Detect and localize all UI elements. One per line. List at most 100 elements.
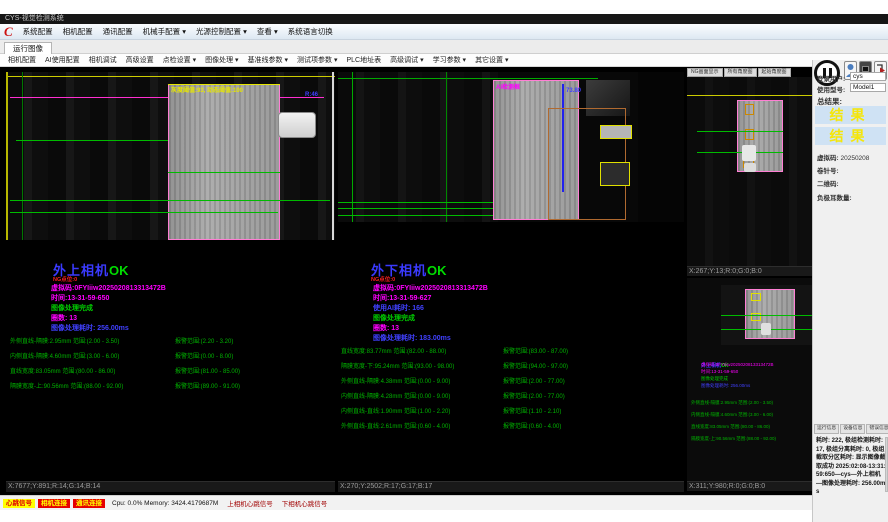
tool-camera-config[interactable]: 相机配置	[8, 55, 36, 65]
alarm-range: 报警范围:(94.00 - 97.00)	[503, 364, 568, 370]
pixel-coordinates-bar: X:7677;Y:891;R:14;G:14;B:14	[6, 481, 335, 492]
needle-number-label: 卷针号:	[817, 165, 839, 175]
tool-other-settings[interactable]: 其它设置 ▾	[475, 55, 508, 65]
cpu-memory-text: Cpu: 0.0% Memory: 3424.4179687M	[112, 500, 218, 507]
lower-camera-heartbeat: 下相机心跳信号	[282, 498, 328, 508]
thumbnail-tabs: NG画面显示 所有角度图 起始角度图	[687, 68, 791, 77]
measure-value: 内侧直线-隔膜:4.28mm 范围:(0.00 - 9.00)	[341, 394, 450, 400]
camera-image-lower-outer[interactable]: AI检测框 73.80	[338, 72, 684, 222]
tool-spotcheck-settings[interactable]: 点检设置 ▾	[163, 55, 196, 65]
tool-test-params[interactable]: 测试项参数 ▾	[297, 55, 337, 65]
measurement-alarm: 报警范围:(1.10 - 2.10)	[503, 406, 561, 415]
menu-language-switch[interactable]: 系统语言切换	[288, 26, 333, 37]
mini-elapsed: 图像处理耗时: 256.00ms	[701, 383, 750, 389]
alarm-range: 报警范围:(2.00 - 77.00)	[503, 379, 565, 385]
tool-learning-params[interactable]: 学习参数 ▾	[433, 55, 466, 65]
measurement-alarm: 报警范围:(0.60 - 4.00)	[503, 421, 561, 430]
tab-run-image[interactable]: 运行图像	[4, 42, 52, 54]
overlay-green-vline	[352, 72, 353, 222]
menu-bar: C 系统配置 相机配置 通讯配置 机械手配置 ▾ 光源控制配置 ▾ 查看 ▾ 系…	[0, 24, 888, 40]
mini-measure: 隔膜宽度-上:90.56mm 范围:(88.00 - 92.00)	[691, 436, 776, 442]
dark-region	[638, 72, 684, 222]
tool-advanced-settings[interactable]: 高级设置	[126, 55, 154, 65]
bright-tab-blob	[744, 163, 756, 172]
tool-advanced-debug[interactable]: 高级调试 ▾	[390, 55, 423, 65]
measurement-alarm: 报警范围:(94.00 - 97.00)	[503, 361, 568, 370]
tool-camera-debug[interactable]: 相机调试	[89, 55, 117, 65]
blue-measure-label: 73.80	[566, 88, 581, 94]
process-time-line: 图像处理耗时: 183.00ms	[373, 333, 451, 343]
negative-tab-count-label: 负极耳数量:	[817, 192, 852, 202]
result-box-lower: 结果	[815, 127, 886, 145]
measurement-alarm: 报警范围:(2.20 - 3.20)	[175, 336, 233, 345]
tool-baseline-params[interactable]: 基准线参数 ▾	[248, 55, 288, 65]
thumbnail-view-top[interactable]	[687, 77, 813, 266]
control-panel: 登录用户: cys 使用型号: Model1 总结果: 结果 结果 虚拟码: 2…	[812, 60, 888, 522]
measure-green-line	[168, 172, 280, 173]
mini-image	[721, 285, 813, 345]
threshold-label: 灰度阈值:93, 动态阈值:100	[171, 85, 243, 94]
measurement-row: 内侧直线-隔膜:4.60mm 范围:(3.00 - 6.00)	[10, 351, 119, 360]
tab-start-angle[interactable]: 起始角度图	[758, 68, 791, 77]
camera-ok-label: OK	[109, 263, 129, 278]
alarm-range: 报警范围:(81.00 - 85.00)	[175, 369, 240, 375]
heartbeat-badge: 心跳信号	[3, 499, 35, 508]
tab-ng-display[interactable]: NG画面显示	[687, 68, 723, 77]
thumbnail-view-bottom[interactable]: 外上相机OK 虚拟码:0FYIiiw2025020813313472B 时间:1…	[687, 278, 813, 481]
bright-tab-blob	[761, 323, 771, 335]
alarm-range: 报警范围:(2.00 - 77.00)	[503, 394, 565, 400]
process-done-line: 图像处理完成	[373, 313, 415, 323]
measure-value: 外侧直线-隔膜:4.38mm 范围:(0.00 - 9.00)	[341, 379, 450, 385]
cycle-count-line: 圈数: 13	[373, 323, 399, 333]
measure-value: 直线宽度:83.05mm 范围:(80.00 - 86.00)	[10, 369, 115, 375]
run-log-text: 耗时: 222, 极组检测耗时: 17, 极组分离耗时: 0, 极组截取分区耗时…	[816, 437, 886, 497]
mini-measure: 内侧直线-隔膜:4.60mm 范围:(3.00 - 6.00)	[691, 412, 773, 418]
menu-camera-config[interactable]: 相机配置	[63, 26, 93, 37]
mini-virtual-code: 虚拟码:0FYIiiw2025020813313472B	[701, 362, 774, 368]
menu-comm-config[interactable]: 通讯配置	[103, 26, 133, 37]
thumbnail-column: NG画面显示 所有角度图 起始角度图 X:267;Y:13;R:0;G:0;B:…	[687, 68, 813, 493]
tool-image-processing[interactable]: 图像处理 ▾	[205, 55, 238, 65]
process-time-line: 图像处理耗时: 256.00ms	[51, 323, 129, 333]
menu-view[interactable]: 查看 ▾	[257, 26, 278, 37]
tab-error-info[interactable]: 错误信息	[866, 424, 888, 434]
app-window: CYS-视觉检测系统 C 系统配置 相机配置 通讯配置 机械手配置 ▾ 光源控制…	[0, 0, 888, 522]
menu-system-config[interactable]: 系统配置	[23, 26, 53, 37]
measure-value: 内侧直线-直线:1.90mm 范围:(1.00 - 2.20)	[341, 409, 450, 415]
alarm-range: 报警范围:(2.20 - 3.20)	[175, 339, 233, 345]
menu-robot-config[interactable]: 机械手配置 ▾	[143, 26, 186, 37]
result-box-upper: 结果	[815, 106, 886, 124]
alarm-range: 报警范围:(0.60 - 4.00)	[503, 424, 561, 430]
camera-image-upper-outer[interactable]: 灰度阈值:93, 动态阈值:100 R:46	[6, 72, 335, 240]
virtual-code-line: 虚拟码:0FYIiiw2025020813313472B	[373, 283, 488, 293]
measurement-row: 内侧直线-直线:1.90mm 范围:(1.00 - 2.20)	[341, 406, 450, 415]
menu-light-config[interactable]: 光源控制配置 ▾	[196, 26, 247, 37]
virtual-code-line: 虚拟码:0FYIiiw2025020813313472B	[51, 283, 166, 293]
measure-value: 隔膜宽度-上:90.56mm 范围:(88.00 - 92.00)	[10, 384, 123, 390]
measurement-row: 隔膜宽度-上:90.56mm 范围:(88.00 - 92.00)	[10, 381, 123, 390]
camera-ok-label: OK	[427, 263, 447, 278]
main-content: 灰度阈值:93, 动态阈值:100 R:46 外上相机OK NG点位:0 虚拟码…	[0, 67, 888, 495]
orange-detect-box	[745, 104, 754, 115]
measurement-row: 内侧直线-隔膜:4.28mm 范围:(0.00 - 9.00)	[341, 391, 450, 400]
login-user-value[interactable]: cys	[850, 72, 886, 81]
tab-all-angles[interactable]: 所有角度图	[724, 68, 757, 77]
tool-ai-config[interactable]: AI使用配置	[45, 55, 80, 65]
measure-green-line	[16, 140, 168, 141]
measure-green-line	[10, 212, 278, 213]
measure-value: 内侧直线-隔膜:4.60mm 范围:(3.00 - 6.00)	[10, 354, 119, 360]
pixel-coordinates-bar: X:267;Y:13;R:0;G:0;B:0	[687, 266, 813, 276]
tool-plc-address[interactable]: PLC地址表	[347, 55, 382, 65]
alarm-range: 报警范围:(83.00 - 87.00)	[503, 349, 568, 355]
measurement-alarm: 报警范围:(2.00 - 77.00)	[503, 391, 565, 400]
model-value[interactable]: Model1	[850, 83, 886, 92]
measure-green-line	[721, 315, 813, 316]
bright-tab-blob	[742, 145, 756, 161]
login-user-label: 登录用户:	[817, 73, 845, 83]
tab-device-info[interactable]: 设备信息	[840, 424, 865, 434]
machine-structure	[338, 72, 498, 222]
tab-run-info[interactable]: 运行信息	[814, 424, 839, 434]
alarm-range: 报警范围:(1.10 - 2.10)	[503, 409, 561, 415]
pixel-coordinates-bar: X:270;Y:2502;R:17;G:17;B:17	[338, 481, 684, 492]
overlay-yellow-vline	[6, 72, 8, 240]
